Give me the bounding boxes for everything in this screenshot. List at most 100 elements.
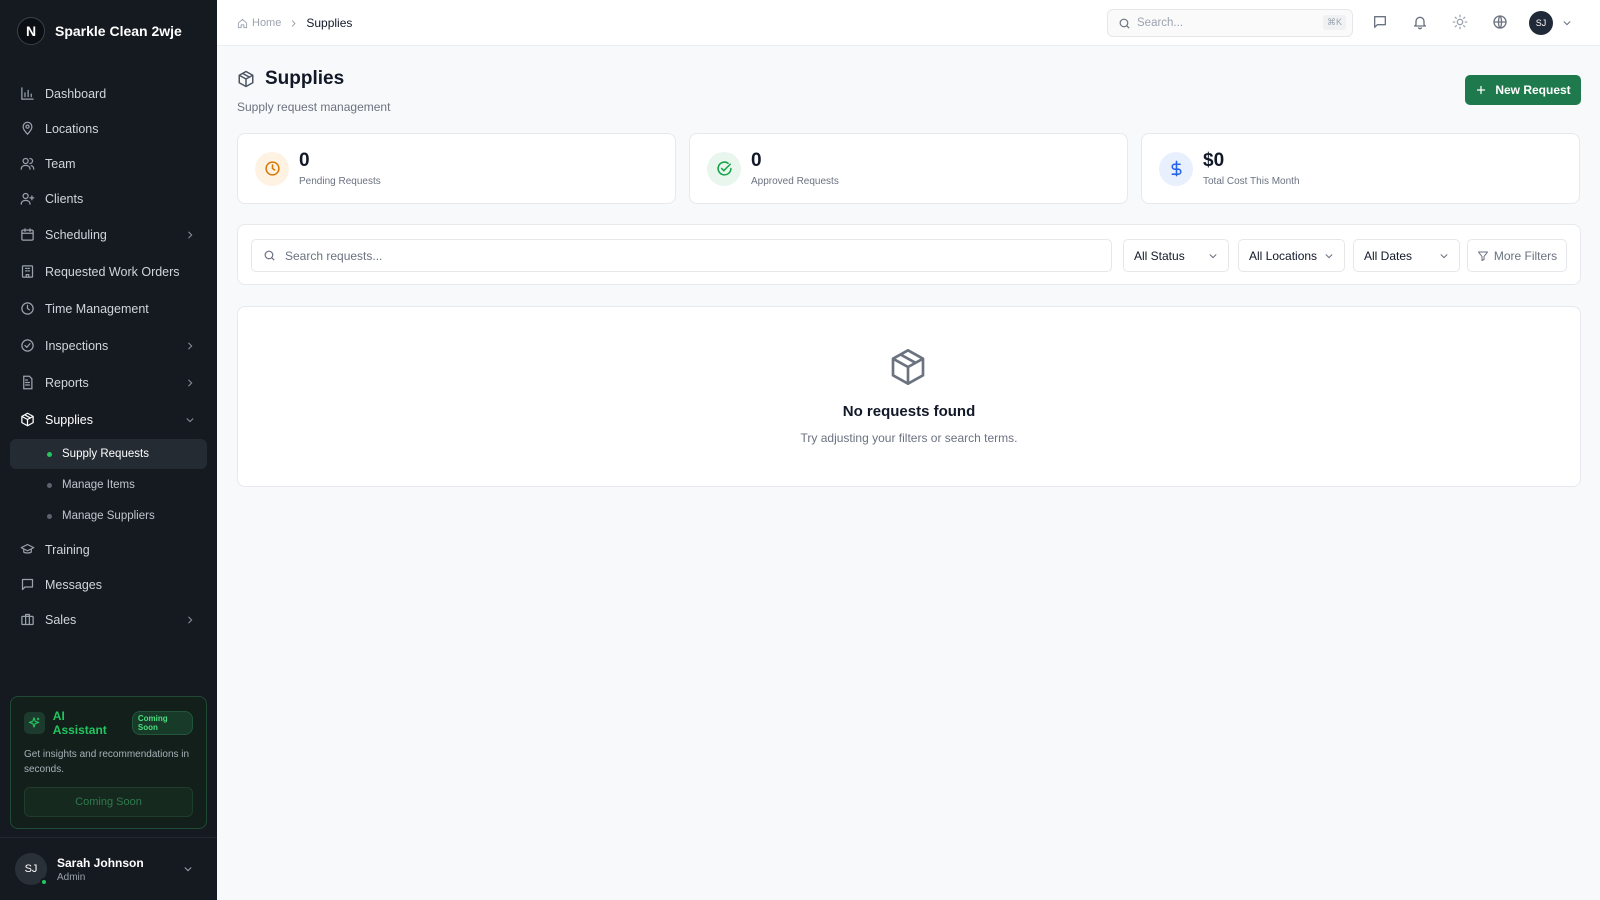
chevron-right-icon [188, 342, 193, 349]
check-circle-icon [707, 151, 741, 186]
search-icon [264, 250, 275, 261]
requests-search-input[interactable] [285, 248, 1065, 263]
check-circle-icon [21, 339, 34, 352]
graduation-cap-icon [20, 543, 35, 554]
avatar[interactable]: SJ [1529, 11, 1553, 35]
calendar-icon [21, 228, 34, 241]
message-square-icon[interactable] [1372, 14, 1388, 30]
breadcrumb: Home Supplies [237, 16, 352, 30]
stat-value: $0 [1203, 150, 1225, 171]
sidebar-item-label: Training [45, 542, 90, 557]
user-profile[interactable]: SJ Sarah Johnson Admin [0, 837, 217, 900]
sidebar-item-label: Inspections [45, 338, 109, 353]
sidebar-item-label: Locations [45, 121, 99, 136]
file-text-icon [23, 375, 33, 390]
stat-label: Pending Requests [299, 176, 381, 187]
new-request-label: New Request [1495, 83, 1571, 97]
sun-icon[interactable] [1452, 14, 1468, 30]
chevron-down-icon [1325, 253, 1333, 258]
building-icon [21, 265, 34, 278]
ai-coming-soon-button[interactable]: Coming Soon [24, 787, 193, 817]
sidebar-item-dashboard[interactable]: Dashboard [10, 76, 207, 111]
chevron-right-icon [188, 231, 193, 238]
dates-filter-select[interactable]: All Dates [1353, 239, 1460, 272]
avatar-initials: SJ [24, 863, 38, 875]
chevron-down-icon [1440, 253, 1448, 258]
sidebar-item-inspections[interactable]: Inspections [10, 327, 207, 364]
status-filter-select[interactable]: All Status [1123, 239, 1229, 272]
sidebar-item-supplies[interactable]: Supplies [10, 401, 207, 438]
empty-state-title: No requests found [842, 403, 976, 420]
briefcase-icon [21, 613, 34, 626]
sidebar-item-requested-work-orders[interactable]: Requested Work Orders [10, 253, 207, 290]
page-title-text: Supplies [265, 68, 345, 89]
sidebar-item-label: Sales [45, 612, 77, 627]
sidebar-subitem-manage-items[interactable]: Manage Items [10, 470, 207, 500]
bell-icon[interactable] [1412, 14, 1428, 30]
sidebar-item-scheduling[interactable]: Scheduling [10, 216, 207, 253]
sidebar-subitem-supply-requests[interactable]: Supply Requests [10, 439, 207, 469]
stat-card-approved: 0 Approved Requests [689, 133, 1128, 204]
sidebar-subitem-label: Manage Items [62, 479, 135, 491]
search-icon [1119, 18, 1130, 28]
sidebar-item-label: Scheduling [45, 227, 107, 242]
sidebar-subitem-label: Manage Suppliers [62, 510, 155, 522]
breadcrumb-home-label: Home [252, 17, 282, 29]
package-icon [891, 349, 925, 385]
sidebar: N Sparkle Clean 2wje Dashboard Locations… [0, 0, 217, 900]
search-shortcut: ⌘K [1322, 15, 1346, 30]
global-search-input[interactable] [1137, 17, 1307, 29]
dates-filter-value: All Dates [1364, 248, 1413, 263]
sidebar-item-training[interactable]: Training [10, 532, 207, 567]
clock-icon [255, 151, 289, 186]
sidebar-item-label: Dashboard [45, 86, 107, 101]
user-plus-icon [20, 192, 35, 205]
chevron-down-icon [1209, 253, 1217, 258]
sidebar-item-label: Requested Work Orders [45, 264, 180, 279]
ai-assistant-header: AI Assistant Coming Soon [24, 709, 193, 737]
sidebar-item-reports[interactable]: Reports [10, 364, 207, 401]
message-square-icon [21, 578, 34, 591]
brand-name: Sparkle Clean 2wje [55, 23, 182, 39]
sidebar-subitem-manage-suppliers[interactable]: Manage Suppliers [10, 501, 207, 531]
sidebar-item-label: Clients [45, 191, 84, 206]
empty-state: No requests found Try adjusting your fil… [237, 306, 1581, 487]
package-icon [21, 412, 34, 427]
more-filters-button[interactable]: More Filters [1467, 239, 1567, 272]
stat-card-total-cost: $0 Total Cost This Month [1141, 133, 1580, 204]
active-dot [47, 451, 52, 457]
sparkles-icon [24, 712, 45, 734]
stat-value: 0 [299, 150, 310, 171]
globe-icon[interactable] [1492, 14, 1508, 30]
breadcrumb-home[interactable]: Home [237, 17, 281, 29]
chevron-down-icon[interactable] [183, 864, 193, 874]
requests-search[interactable] [251, 239, 1112, 272]
chevron-down-icon[interactable] [1562, 18, 1572, 28]
package-icon [238, 70, 254, 88]
sidebar-item-label: Supplies [45, 412, 93, 427]
sidebar-item-sales[interactable]: Sales [10, 602, 207, 637]
sidebar-subitem-label: Supply Requests [62, 448, 149, 460]
sidebar-item-team[interactable]: Team [10, 146, 207, 181]
sidebar-item-messages[interactable]: Messages [10, 567, 207, 602]
brand[interactable]: N Sparkle Clean 2wje [17, 17, 182, 45]
dollar-icon [1159, 151, 1193, 186]
bullet-dot [47, 513, 52, 519]
global-search[interactable]: ⌘K [1107, 9, 1353, 37]
ai-assistant-description: Get insights and recommendations in seco… [24, 749, 190, 775]
sidebar-item-label: Time Management [45, 301, 149, 316]
home-icon [237, 18, 248, 28]
user-name: Sarah Johnson [57, 855, 144, 870]
locations-filter-select[interactable]: All Locations [1238, 239, 1345, 272]
plus-icon [1477, 85, 1486, 95]
stat-card-pending: 0 Pending Requests [237, 133, 676, 204]
sidebar-item-time-management[interactable]: Time Management [10, 290, 207, 327]
chevron-right-icon [188, 616, 193, 623]
sidebar-item-label: Team [45, 156, 76, 171]
sidebar-item-locations[interactable]: Locations [10, 111, 207, 146]
sidebar-item-clients[interactable]: Clients [10, 181, 207, 216]
new-request-button[interactable]: New Request [1465, 75, 1581, 105]
clock-icon [21, 302, 34, 315]
chevron-right-icon [188, 379, 193, 386]
page-header: Supplies Supply request management [237, 68, 390, 114]
